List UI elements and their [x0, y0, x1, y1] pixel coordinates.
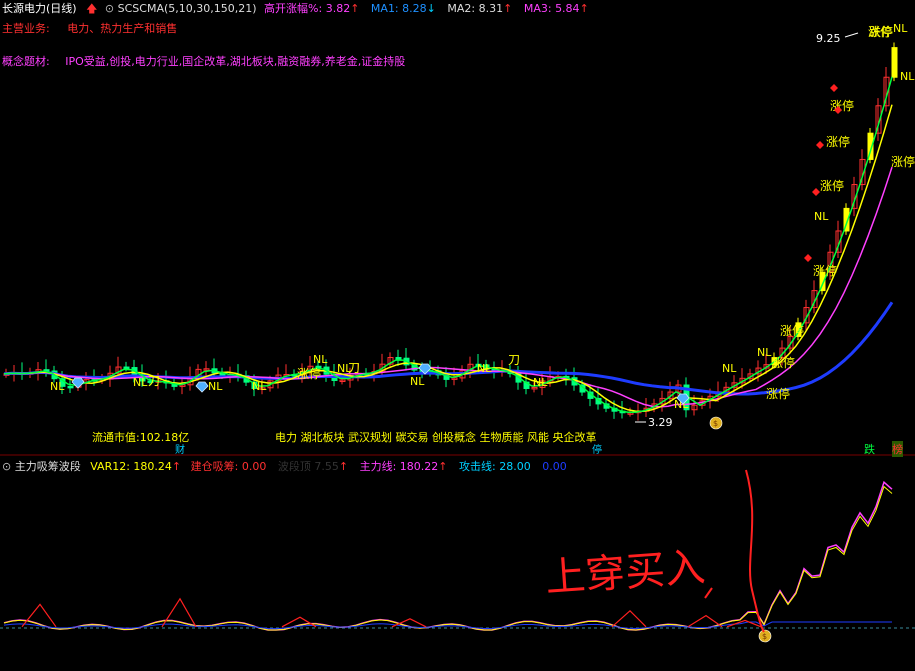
red-marker-icon	[816, 141, 824, 149]
nl-label: NL	[757, 346, 772, 359]
candle-body	[123, 366, 130, 370]
nl-label: NL	[893, 22, 908, 35]
sub-legend: ⊙ 主力吸筹波段 VAR12: 180.24↑ 建仓吸筹: 0.00 波段顶 7…	[2, 458, 567, 474]
limit-up-label: 涨停	[771, 355, 795, 370]
main-force-line	[3, 480, 893, 631]
handwritten-arrow	[745, 469, 765, 633]
concepts-line: 电力 湖北板块 武汉规划 碳交易 创投概念 生物质能 风能 央企改革	[275, 431, 597, 444]
limit-up-label: 涨停	[826, 134, 850, 149]
high-arrow	[844, 32, 859, 38]
red-marker-icon	[830, 84, 838, 92]
nl-label: NL	[50, 380, 65, 393]
main-line-label: 主力线:	[359, 460, 397, 473]
price-chart[interactable]: 涨停涨停涨停涨停涨停涨停涨停涨停涨停涨停跌停NL NL NL NLNLNLNLNLNL…	[0, 0, 915, 671]
dao-label: 刀	[148, 374, 160, 388]
attack-line-value: 28.00	[499, 460, 531, 473]
nl-label: NL	[814, 210, 829, 223]
dao-label: 刀	[348, 361, 360, 375]
nl-label: NL	[252, 380, 267, 393]
tag-cai[interactable]: 财	[175, 441, 185, 456]
limit-up-label: 涨停	[830, 98, 854, 113]
red-marker-icon	[812, 188, 820, 196]
nl-label: NL	[133, 376, 148, 389]
candle-body	[395, 356, 402, 360]
candle-body	[67, 385, 74, 389]
tag-ting[interactable]: 停	[592, 441, 602, 456]
tag-bang[interactable]: 榜	[892, 441, 903, 457]
candle-body	[891, 47, 898, 78]
extra-value: 0.00	[542, 460, 567, 473]
diamond-icon	[71, 377, 85, 389]
handwritten-note: 上穿买入	[543, 544, 707, 602]
limit-up-label: 涨停	[297, 366, 321, 381]
limit-up-label: 涨停	[813, 263, 837, 278]
up-arrow-icon: ↑	[171, 460, 182, 473]
settings-icon[interactable]: ⊙	[2, 460, 11, 473]
nl-label: NL	[900, 70, 915, 83]
diamond-icon	[195, 381, 209, 393]
low-price-label: 3.29	[648, 416, 673, 429]
var12-line	[3, 485, 893, 631]
dao-label: 刀	[508, 353, 520, 367]
money-bag-symbol: $	[762, 632, 767, 641]
fast-line	[3, 76, 893, 413]
build-label: 建仓吸筹:	[190, 460, 239, 473]
ma1-line	[3, 104, 893, 412]
tag-die[interactable]: 跌	[864, 441, 875, 457]
money-bag-symbol: $	[713, 419, 718, 428]
limit-up-label: 涨停	[780, 323, 804, 338]
build-spike	[611, 609, 647, 628]
red-marker-icon	[804, 254, 812, 262]
nl-label: NL	[477, 362, 492, 375]
var12-label: VAR12:	[90, 460, 130, 473]
main-line-value: 180.22	[399, 460, 439, 473]
up-arrow-icon: ↑	[338, 460, 349, 473]
nl-label: NL	[410, 375, 425, 388]
build-spike	[161, 597, 197, 628]
attack-line-label: 攻击线:	[459, 460, 496, 473]
build-value: 0.00	[241, 460, 267, 473]
limit-up-label: 涨停	[891, 154, 915, 169]
nl-label: NL	[722, 362, 737, 375]
up-arrow-icon: ↑	[438, 460, 448, 473]
limit-up-label: 涨停	[820, 178, 844, 193]
limit-up-label: 涨停	[766, 386, 790, 401]
nl-label: NL	[208, 380, 223, 393]
limit-down-label: 跌停	[869, 24, 893, 39]
nl-label: NL	[313, 353, 328, 366]
high-price-label: 9.25	[816, 32, 841, 45]
var12-value: 180.24	[133, 460, 172, 473]
dim-value: 7.55	[314, 460, 339, 473]
nl-label: NL	[533, 376, 548, 389]
dim-label: 波段顶	[277, 460, 311, 473]
sub-indicator-name[interactable]: 主力吸筹波段	[15, 458, 81, 474]
